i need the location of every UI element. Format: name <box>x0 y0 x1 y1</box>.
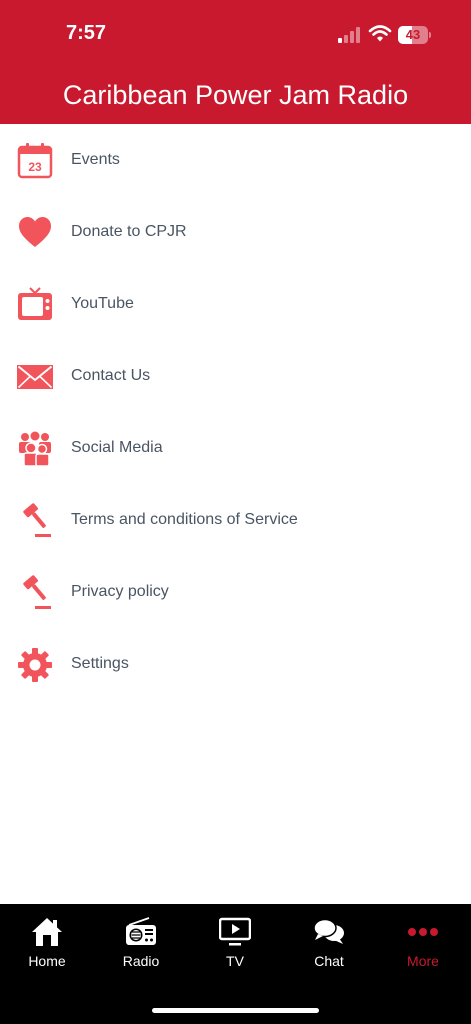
menu-item-label: Terms and conditions of Service <box>71 511 298 528</box>
menu-item-donate[interactable]: Donate to CPJR <box>0 196 471 268</box>
tab-chat[interactable]: Chat <box>282 904 376 984</box>
gavel-icon <box>23 503 51 537</box>
heart-icon <box>19 217 51 247</box>
menu-item-label: Settings <box>71 655 129 672</box>
menu-item-settings[interactable]: Settings <box>0 628 471 700</box>
menu-item-label: Events <box>71 151 120 168</box>
tab-label: Chat <box>314 953 344 969</box>
tab-tv[interactable]: TV <box>188 904 282 984</box>
radio-icon <box>126 917 156 945</box>
calendar-day: 23 <box>28 160 42 174</box>
menu-item-label: Social Media <box>71 439 163 456</box>
bottom-tab-bar: Home Radio TV Chat More <box>0 904 471 1024</box>
cellular-signal-icon <box>338 27 362 43</box>
envelope-icon <box>17 365 53 389</box>
tab-home[interactable]: Home <box>0 904 94 984</box>
status-time: 7:57 <box>66 22 107 44</box>
menu-item-youtube[interactable]: YouTube <box>0 268 471 340</box>
wifi-icon <box>368 25 392 42</box>
tab-radio[interactable]: Radio <box>94 904 188 984</box>
menu-item-label: Privacy policy <box>71 583 169 600</box>
menu-item-events[interactable]: 23 Events <box>0 124 471 196</box>
app-header: 7:57 43 Caribbean Power Jam Radio <box>0 0 471 124</box>
home-icon <box>32 918 62 946</box>
tab-label: More <box>407 953 439 969</box>
gear-icon <box>18 648 52 682</box>
menu-item-contact-us[interactable]: Contact Us <box>0 340 471 412</box>
calendar-icon: 23 <box>17 143 53 179</box>
tab-more[interactable]: More <box>376 904 470 984</box>
menu-item-label: Donate to CPJR <box>71 223 187 240</box>
menu-item-terms[interactable]: Terms and conditions of Service <box>0 484 471 556</box>
status-bar: 7:57 43 <box>0 0 471 70</box>
menu-item-label: YouTube <box>71 295 134 312</box>
chat-icon <box>313 918 344 944</box>
home-indicator[interactable] <box>152 1008 319 1013</box>
menu-item-label: Contact Us <box>71 367 151 384</box>
tab-label: TV <box>226 953 244 969</box>
tab-label: Radio <box>122 953 160 969</box>
battery-level: 43 <box>405 27 421 42</box>
gavel-icon <box>23 575 51 609</box>
menu-item-social-media[interactable]: Social Media <box>0 412 471 484</box>
page-title: Caribbean Power Jam Radio <box>62 80 409 110</box>
menu-item-privacy-policy[interactable]: Privacy policy <box>0 556 471 628</box>
tv-icon <box>18 287 52 320</box>
people-icon <box>19 431 51 467</box>
more-icon <box>408 928 438 936</box>
tv-play-icon <box>219 917 251 946</box>
battery-icon: 43 <box>398 26 431 44</box>
tab-label: Home <box>28 953 66 969</box>
